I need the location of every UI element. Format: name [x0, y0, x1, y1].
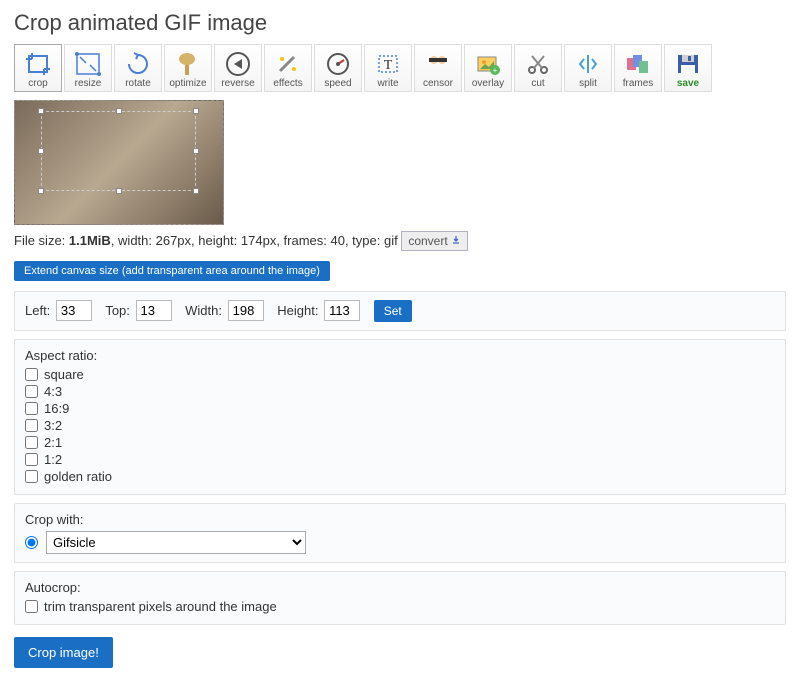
- toolbar-resize-button[interactable]: resize: [64, 44, 112, 92]
- set-button[interactable]: Set: [374, 300, 412, 322]
- crop-handle-tr[interactable]: [193, 108, 199, 114]
- aspect-label: Aspect ratio:: [25, 348, 775, 363]
- toolbar-rotate-button[interactable]: rotate: [114, 44, 162, 92]
- width-label: Width:: [185, 303, 222, 318]
- toolbar-speed-button[interactable]: speed: [314, 44, 362, 92]
- page-title: Crop animated GIF image: [14, 10, 786, 36]
- toolbar-crop-button[interactable]: crop: [14, 44, 62, 92]
- frames-icon: [623, 50, 653, 78]
- crop-handle-ml[interactable]: [38, 148, 44, 154]
- censor-icon: [423, 50, 453, 78]
- rotate-icon: [123, 50, 153, 78]
- aspect-option: square: [44, 367, 84, 382]
- toolbar-label: optimize: [169, 78, 206, 89]
- toolbar-write-button[interactable]: Twrite: [364, 44, 412, 92]
- optimize-icon: [173, 50, 203, 78]
- cropwith-panel: Crop with: Gifsicle: [14, 503, 786, 563]
- dimensions-panel: Left: Top: Width: Height: Set: [14, 291, 786, 331]
- svg-text:T: T: [384, 58, 393, 73]
- aspect-checkbox-6[interactable]: [25, 470, 38, 483]
- aspect-option: 1:2: [44, 452, 62, 467]
- toolbar-label: frames: [623, 78, 654, 89]
- aspect-checkbox-2[interactable]: [25, 402, 38, 415]
- cut-icon: [523, 50, 553, 78]
- write-icon: T: [373, 50, 403, 78]
- toolbar-censor-button[interactable]: censor: [414, 44, 462, 92]
- toolbar-cut-button[interactable]: cut: [514, 44, 562, 92]
- toolbar-label: cut: [531, 78, 544, 89]
- autocrop-checkbox[interactable]: [25, 600, 38, 613]
- crop-handle-tm[interactable]: [116, 108, 122, 114]
- toolbar-label: crop: [28, 78, 47, 89]
- toolbar-overlay-button[interactable]: + overlay: [464, 44, 512, 92]
- height-label: Height:: [277, 303, 318, 318]
- convert-button[interactable]: convert: [401, 231, 468, 251]
- crop-selection[interactable]: [41, 111, 196, 191]
- aspect-panel: Aspect ratio: square 4:3 16:9 3:2 2:1 1:2 gold…: [14, 339, 786, 495]
- toolbar-label: effects: [273, 78, 302, 89]
- top-input[interactable]: [136, 300, 172, 321]
- aspect-option: golden ratio: [44, 469, 112, 484]
- speed-icon: [323, 50, 353, 78]
- toolbar-save-button[interactable]: save: [664, 44, 712, 92]
- crop-handle-br[interactable]: [193, 188, 199, 194]
- toolbar-label: split: [579, 78, 597, 89]
- toolbar-label: save: [677, 78, 699, 89]
- toolbar-label: censor: [423, 78, 453, 89]
- aspect-option: 2:1: [44, 435, 62, 450]
- toolbar-label: rotate: [125, 78, 151, 89]
- aspect-option: 4:3: [44, 384, 62, 399]
- toolbar-label: speed: [324, 78, 351, 89]
- toolbar-label: write: [377, 78, 398, 89]
- extend-canvas-button[interactable]: Extend canvas size (add transparent area…: [14, 261, 330, 281]
- aspect-checkbox-1[interactable]: [25, 385, 38, 398]
- crop-icon: [23, 50, 53, 78]
- overlay-icon: +: [473, 50, 503, 78]
- aspect-option: 3:2: [44, 418, 62, 433]
- autocrop-panel: Autocrop: trim transparent pixels around…: [14, 571, 786, 625]
- split-icon: [573, 50, 603, 78]
- crop-handle-bm[interactable]: [116, 188, 122, 194]
- save-icon: [673, 50, 703, 78]
- toolbar-reverse-button[interactable]: reverse: [214, 44, 262, 92]
- left-label: Left:: [25, 303, 50, 318]
- aspect-checkbox-3[interactable]: [25, 419, 38, 432]
- toolbar-label: resize: [75, 78, 102, 89]
- reverse-icon: [223, 50, 253, 78]
- toolbar: crop resize rotate optimize reverse effects sp…: [14, 44, 786, 92]
- toolbar-label: overlay: [472, 78, 504, 89]
- toolbar-effects-button[interactable]: effects: [264, 44, 312, 92]
- cropwith-label: Crop with:: [25, 512, 775, 527]
- crop-handle-bl[interactable]: [38, 188, 44, 194]
- crop-image-button[interactable]: Crop image!: [14, 637, 113, 668]
- aspect-option: 16:9: [44, 401, 69, 416]
- file-info: File size: 1.1MiB, width: 267px, height:…: [14, 231, 786, 251]
- cropwith-radio[interactable]: [25, 536, 38, 549]
- aspect-checkbox-5[interactable]: [25, 453, 38, 466]
- effects-icon: [273, 50, 303, 78]
- aspect-checkbox-0[interactable]: [25, 368, 38, 381]
- aspect-checkbox-4[interactable]: [25, 436, 38, 449]
- svg-text:+: +: [493, 66, 498, 75]
- toolbar-frames-button[interactable]: frames: [614, 44, 662, 92]
- toolbar-optimize-button[interactable]: optimize: [164, 44, 212, 92]
- toolbar-label: reverse: [221, 78, 254, 89]
- toolbar-split-button[interactable]: split: [564, 44, 612, 92]
- left-input[interactable]: [56, 300, 92, 321]
- autocrop-label: Autocrop:: [25, 580, 775, 595]
- height-input[interactable]: [324, 300, 360, 321]
- crop-handle-mr[interactable]: [193, 148, 199, 154]
- width-input[interactable]: [228, 300, 264, 321]
- download-icon: [451, 235, 461, 245]
- autocrop-option: trim transparent pixels around the image: [44, 599, 277, 614]
- cropwith-select[interactable]: Gifsicle: [46, 531, 306, 554]
- top-label: Top:: [105, 303, 130, 318]
- crop-handle-tl[interactable]: [38, 108, 44, 114]
- resize-icon: [73, 50, 103, 78]
- image-preview[interactable]: [14, 100, 224, 225]
